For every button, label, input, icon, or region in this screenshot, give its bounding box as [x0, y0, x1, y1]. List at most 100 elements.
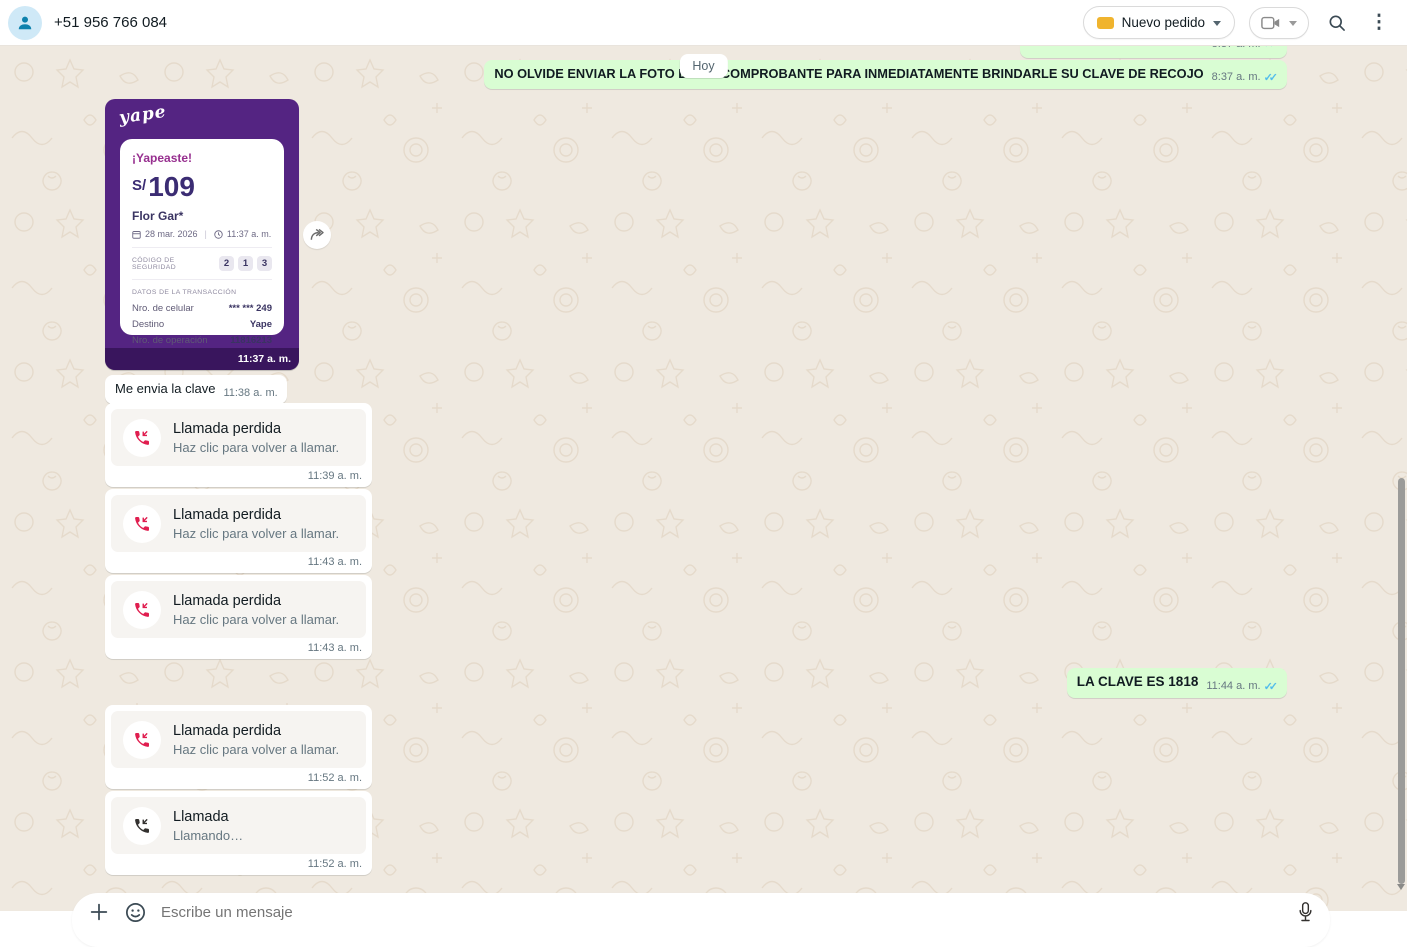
microphone-icon[interactable] — [1297, 901, 1314, 923]
read-receipt-icon: ✓✓ — [1264, 46, 1278, 50]
image-message-footer: 11:37 a. m. — [105, 348, 299, 370]
scroll-down-arrow[interactable] — [1397, 884, 1405, 890]
calendar-icon — [132, 230, 141, 239]
chat-message-area: 8:37 a. m. ✓✓ Hoy NO OLVIDE ENVIAR LA FO… — [0, 46, 1407, 911]
amount-value: 109 — [148, 173, 195, 201]
security-code-row: CÓDIGO DE SEGURIDAD 2 1 3 — [132, 248, 272, 280]
contact-phone-number[interactable]: +51 956 766 084 — [54, 14, 167, 31]
search-icon — [1327, 13, 1347, 33]
video-call-button[interactable] — [1249, 7, 1309, 39]
read-receipt-icon: ✓✓ — [1264, 680, 1278, 693]
transaction-row: Nro. de celular *** *** 249 — [132, 303, 272, 314]
chevron-down-icon — [1213, 21, 1221, 26]
message-outgoing-reminder[interactable]: NO OLVIDE ENVIAR LA FOTO DE SU COMPROBAN… — [484, 60, 1287, 89]
call-card-inner: Llamada perdida Haz clic para volver a l… — [111, 581, 366, 638]
outgoing-call-card[interactable]: Llamada Llamando… 11:52 a. m. — [105, 791, 372, 875]
tx-row-value: *** *** 249 — [229, 303, 272, 314]
message-time: 11:38 a. m. — [223, 387, 277, 399]
call-subtitle: Haz clic para volver a llamar. — [173, 742, 339, 757]
call-card-inner: Llamada perdida Haz clic para volver a l… — [111, 409, 366, 466]
menu-button[interactable]: ⋮ — [1365, 9, 1393, 37]
message-time: 11:52 a. m. — [308, 858, 362, 870]
new-order-button[interactable]: Nuevo pedido — [1083, 6, 1235, 39]
message-text: NO OLVIDE ENVIAR LA FOTO DE SU COMPROBAN… — [494, 66, 1203, 82]
read-receipt-icon: ✓✓ — [1264, 71, 1278, 84]
call-card-inner: Llamada perdida Haz clic para volver a l… — [111, 495, 366, 552]
attach-plus-icon[interactable] — [88, 901, 110, 923]
call-title: Llamada perdida — [173, 723, 339, 739]
security-digit: 1 — [238, 256, 253, 271]
message-outgoing-partial[interactable]: 8:37 a. m. ✓✓ — [1020, 46, 1287, 58]
message-text: LA CLAVE ES 1818 — [1077, 674, 1199, 691]
message-time: 8:37 a. m. — [1212, 46, 1261, 50]
transaction-row: Nro. de operación 11816213 — [132, 335, 272, 346]
message-outgoing-clave[interactable]: LA CLAVE ES 1818 11:44 a. m. ✓✓ — [1067, 668, 1287, 698]
message-time: 11:43 a. m. — [308, 556, 362, 568]
call-subtitle: Haz clic para volver a llamar. — [173, 612, 339, 627]
message-text: Me envia la clave — [115, 381, 215, 397]
transaction-row: Destino Yape — [132, 319, 272, 330]
label-tag-icon — [1097, 17, 1114, 29]
security-digit: 2 — [219, 256, 234, 271]
tx-row-value: 11816213 — [230, 335, 272, 346]
contact-avatar[interactable] — [8, 6, 42, 40]
message-image-yape-receipt[interactable]: yape ¡Yapeaste! S/ 109 Flor Gar* 28 mar.… — [105, 99, 299, 370]
receipt-title: ¡Yapeaste! — [132, 151, 272, 165]
transaction-data-label: DATOS DE LA TRANSACCIÓN — [132, 289, 272, 296]
search-button[interactable] — [1323, 9, 1351, 37]
message-time: 8:37 a. m. — [1212, 71, 1261, 83]
call-title: Llamada perdida — [173, 507, 339, 523]
security-digit: 3 — [257, 256, 272, 271]
call-subtitle: Haz clic para volver a llamar. — [173, 440, 339, 455]
call-title: Llamada perdida — [173, 593, 339, 609]
receipt-date: 28 mar. 2026 — [145, 229, 198, 239]
chevron-down-icon — [1289, 21, 1297, 26]
missed-call-card[interactable]: Llamada perdida Haz clic para volver a l… — [105, 575, 372, 659]
new-order-label: Nuevo pedido — [1122, 15, 1205, 30]
call-subtitle: Haz clic para volver a llamar. — [173, 526, 339, 541]
missed-call-card[interactable]: Llamada perdida Haz clic para volver a l… — [105, 705, 372, 789]
tx-row-label: Destino — [132, 319, 164, 330]
receipt-time: 11:37 a. m. — [227, 229, 271, 239]
missed-call-card[interactable]: Llamada perdida Haz clic para volver a l… — [105, 403, 372, 487]
security-code-label: CÓDIGO DE SEGURIDAD — [132, 257, 219, 271]
missed-call-card[interactable]: Llamada perdida Haz clic para volver a l… — [105, 489, 372, 573]
separator: | — [202, 229, 210, 239]
receipt-date-row: 28 mar. 2026 | 11:37 a. m. — [132, 229, 272, 248]
recipient-name: Flor Gar* — [132, 209, 272, 223]
tx-row-value: Yape — [250, 319, 272, 330]
message-time: 11:52 a. m. — [308, 772, 362, 784]
message-input[interactable] — [161, 904, 1283, 921]
call-title: Llamada — [173, 809, 243, 825]
missed-call-icon — [132, 428, 152, 448]
person-icon — [15, 13, 35, 33]
tx-row-label: Nro. de celular — [132, 303, 194, 314]
message-time: 11:43 a. m. — [308, 642, 362, 654]
kebab-menu-icon: ⋮ — [1370, 13, 1389, 32]
missed-call-icon — [132, 514, 152, 534]
clock-icon — [214, 230, 223, 239]
yape-receipt-card: ¡Yapeaste! S/ 109 Flor Gar* 28 mar. 2026… — [120, 139, 284, 335]
call-title: Llamada perdida — [173, 421, 339, 437]
call-icon — [132, 816, 152, 836]
message-time: 11:39 a. m. — [308, 470, 362, 482]
scrollbar-thumb[interactable] — [1398, 478, 1405, 884]
date-separator-chip: Hoy — [679, 54, 727, 78]
chat-header: +51 956 766 084 Nuevo pedido ⋮ — [0, 0, 1407, 46]
message-composer — [72, 893, 1330, 947]
call-card-inner: Llamada Llamando… — [111, 797, 366, 854]
currency-symbol: S/ — [132, 177, 146, 194]
tx-row-label: Nro. de operación — [132, 335, 208, 346]
yape-logo: yape — [118, 102, 168, 128]
forward-arrow-icon — [309, 227, 325, 243]
message-time: 11:37 a. m. — [238, 353, 291, 365]
video-camera-icon — [1261, 16, 1281, 30]
missed-call-icon — [132, 600, 152, 620]
message-incoming-clave-request[interactable]: Me envia la clave 11:38 a. m. — [105, 375, 287, 404]
forward-message-button[interactable] — [303, 221, 331, 249]
receipt-amount: S/ 109 — [132, 173, 272, 201]
emoji-icon[interactable] — [124, 901, 147, 924]
call-card-inner: Llamada perdida Haz clic para volver a l… — [111, 711, 366, 768]
missed-call-icon — [132, 730, 152, 750]
message-time: 11:44 a. m. — [1206, 680, 1260, 692]
